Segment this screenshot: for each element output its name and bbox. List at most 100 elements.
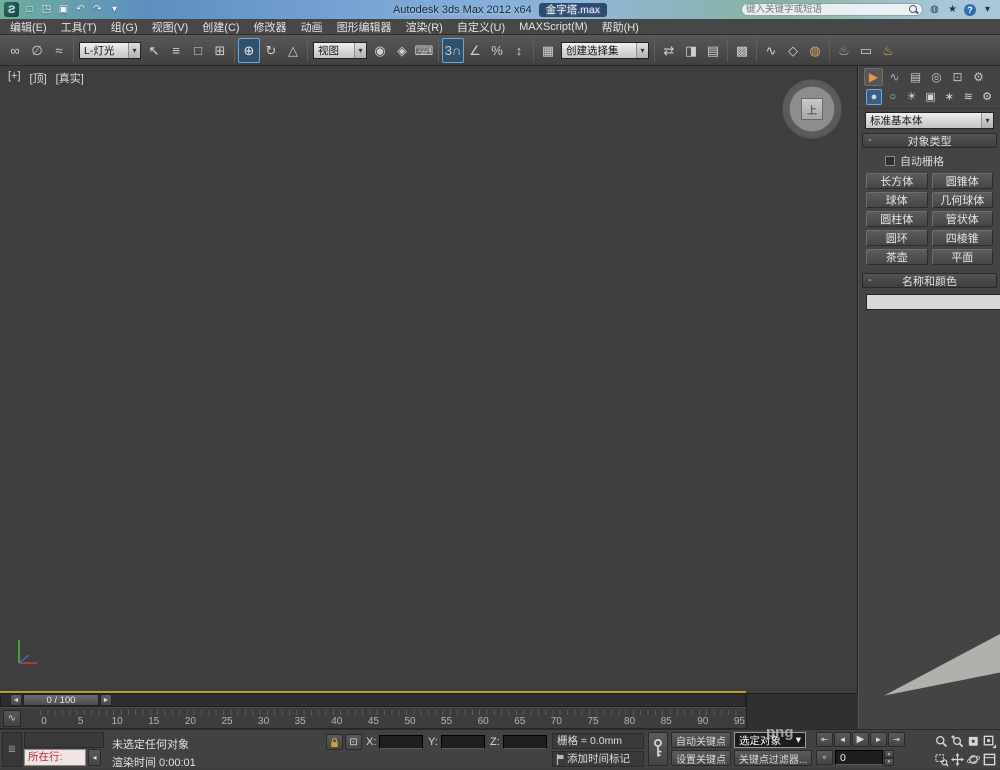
chevron-down-icon[interactable]: ▾ — [636, 42, 648, 58]
communication-center-icon[interactable]: ◍ — [928, 4, 941, 15]
z-coordinate-field[interactable] — [503, 735, 547, 749]
set-key-button[interactable]: 设置关键点 — [671, 750, 731, 766]
previous-frame-arrow-icon[interactable]: ◄ — [10, 694, 22, 706]
select-by-name-button[interactable]: ≡ — [165, 38, 187, 63]
sphere-button[interactable]: 球体 — [866, 192, 928, 208]
current-frame-field[interactable] — [835, 750, 883, 765]
render-setup-button[interactable]: ♨ — [833, 38, 855, 63]
selection-filter-dropdown[interactable]: L-灯光 ▾ — [79, 41, 141, 59]
create-tab[interactable]: ▶ — [864, 68, 883, 86]
plane-button[interactable]: 平面 — [931, 249, 993, 265]
menu-modifiers[interactable]: 修改器 — [247, 19, 294, 34]
menu-group[interactable]: 组(G) — [104, 19, 145, 34]
torus-button[interactable]: 圆环 — [866, 230, 928, 246]
space-warps-category[interactable]: ≋ — [960, 89, 976, 105]
viewport-pov-menu[interactable]: [顶] — [30, 70, 47, 86]
pyramid-button[interactable]: 四棱锥 — [931, 230, 993, 246]
x-coordinate-field[interactable] — [379, 735, 423, 749]
time-slider-handle[interactable]: 0 / 100 — [23, 694, 99, 706]
lights-category[interactable]: ☀ — [904, 89, 920, 105]
next-frame-button[interactable]: ► — [870, 732, 887, 747]
primitive-dropdown[interactable]: 标准基本体 ▾ — [865, 112, 994, 129]
open-file-icon[interactable]: ◳ — [39, 4, 54, 15]
menu-help[interactable]: 帮助(H) — [595, 19, 646, 34]
cone-button[interactable]: 圆锥体 — [931, 173, 993, 189]
time-slider[interactable]: ◄ 0 / 100 ► — [0, 693, 746, 707]
new-scene-icon[interactable]: □ — [22, 4, 37, 15]
zoom-all-icon[interactable] — [949, 733, 965, 749]
select-object-button[interactable]: ↖ — [143, 38, 165, 63]
systems-category[interactable]: ⚙ — [979, 89, 995, 105]
box-button[interactable]: 长方体 — [866, 173, 928, 189]
track-bar[interactable]: ∿ 0 5 10 15 20 25 30 35 40 45 50 55 60 65 70 75 80 85 90 95 — [0, 707, 746, 729]
chevron-down-icon[interactable]: ▾ — [354, 42, 366, 58]
zoom-extents-icon[interactable] — [965, 733, 981, 749]
rectangular-selection-region-button[interactable]: □ — [187, 38, 209, 63]
viewport-general-menu[interactable]: [+] — [8, 70, 21, 86]
menu-rendering[interactable]: 渲染(R) — [399, 19, 450, 34]
viewcube[interactable]: 上 — [783, 80, 841, 138]
teapot-button[interactable]: 茶壶 — [866, 249, 928, 265]
shapes-category[interactable]: ○ — [885, 89, 901, 105]
object-name-input[interactable] — [866, 294, 1000, 310]
spinner-snap-button[interactable]: ↕ — [508, 38, 530, 63]
cameras-category[interactable]: ▣ — [923, 89, 939, 105]
pan-view-icon[interactable] — [949, 751, 965, 767]
align-button[interactable]: ◨ — [680, 38, 702, 63]
menu-animation[interactable]: 动画 — [294, 19, 330, 34]
tube-button[interactable]: 管状体 — [931, 211, 993, 227]
time-tag-button[interactable]: 添加时间标记 — [552, 751, 644, 767]
app-logo-icon[interactable]: S — [4, 2, 19, 17]
selection-lock-toggle[interactable] — [326, 734, 343, 750]
unlink-selection-button[interactable]: ∅ — [26, 38, 48, 63]
mirror-button[interactable]: ⇄ — [658, 38, 680, 63]
help-menu-icon[interactable]: ▾ — [981, 4, 994, 15]
percent-snap-button[interactable]: % — [486, 38, 508, 63]
geosphere-button[interactable]: 几何球体 — [931, 192, 993, 208]
spinner-up-icon[interactable]: ▴ — [884, 750, 894, 758]
redo-icon[interactable]: ↷ — [90, 4, 105, 15]
quick-access-dropdown-icon[interactable]: ▾ — [107, 4, 122, 15]
rendered-frame-window-button[interactable]: ▭ — [855, 38, 877, 63]
infocenter-search-input[interactable] — [746, 4, 909, 15]
select-and-manipulate-button[interactable]: ◈ — [391, 38, 413, 63]
named-selection-sets-dropdown[interactable]: 创建选择集 ▾ — [561, 41, 649, 59]
next-frame-arrow-icon[interactable]: ► — [100, 694, 112, 706]
zoom-region-ic[interactable] — [933, 751, 949, 767]
menu-graph-editors[interactable]: 图形编辑器 — [330, 19, 399, 34]
go-to-start-button[interactable]: ⇤ — [816, 732, 833, 747]
reference-coordinate-system-dropdown[interactable]: 视图 ▾ — [313, 41, 367, 59]
utilities-tab[interactable]: ⚙ — [969, 68, 988, 86]
maxscript-listener-icon[interactable]: ≣ — [2, 732, 22, 767]
select-and-scale-button[interactable]: △ — [282, 38, 304, 63]
orbit-icon[interactable] — [965, 751, 981, 767]
window-crossing-button[interactable]: ⊞ — [209, 38, 231, 63]
chevron-down-icon[interactable]: ▾ — [128, 42, 140, 58]
select-and-move-button[interactable]: ⊕ — [238, 37, 260, 63]
key-filters-button[interactable]: 关键点过滤器... — [734, 750, 812, 766]
zoom-extents-all-icon[interactable] — [981, 733, 997, 749]
hierarchy-tab[interactable]: ▤ — [906, 68, 925, 86]
autogrid-checkbox[interactable] — [885, 156, 895, 166]
zoom-icon[interactable] — [933, 733, 949, 749]
menu-tools[interactable]: 工具(T) — [54, 19, 104, 34]
menu-edit[interactable]: 编辑(E) — [3, 19, 54, 34]
maximize-viewport-toggle-icon[interactable] — [981, 751, 997, 767]
keyboard-shortcut-override-button[interactable]: ⌨ — [413, 38, 435, 63]
y-coordinate-field[interactable] — [441, 735, 485, 749]
curve-editor-button[interactable]: ∿ — [760, 38, 782, 63]
select-and-rotate-button[interactable]: ↻ — [260, 38, 282, 63]
select-and-link-button[interactable]: ∞ — [4, 38, 26, 63]
use-pivot-point-center-button[interactable]: ◉ — [369, 38, 391, 63]
previous-frame-button[interactable]: ◄ — [834, 732, 851, 747]
edit-named-selection-sets-button[interactable]: ▦ — [537, 38, 559, 63]
save-file-icon[interactable]: ▣ — [56, 4, 71, 15]
bind-to-space-warp-button[interactable]: ≈ — [48, 38, 70, 63]
motion-tab[interactable]: ◎ — [927, 68, 946, 86]
spinner-down-icon[interactable]: ▾ — [884, 758, 894, 766]
graphite-ribbon-toggle-button[interactable]: ▩ — [731, 38, 753, 63]
viewcube-top-face[interactable]: 上 — [801, 98, 823, 120]
mini-curve-editor-button[interactable]: ∿ — [3, 710, 21, 727]
listener-scroll-icon[interactable]: ◂ — [88, 749, 101, 766]
undo-icon[interactable]: ↶ — [73, 4, 88, 15]
